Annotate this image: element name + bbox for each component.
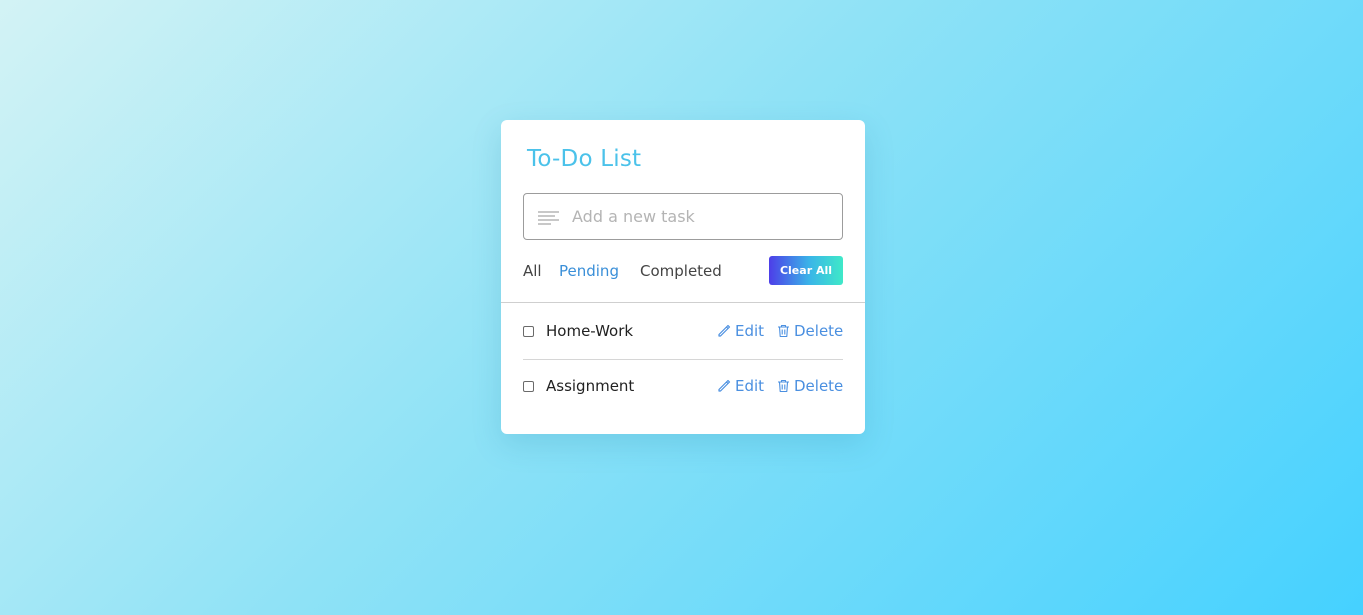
task-checkbox[interactable] bbox=[523, 381, 534, 392]
task-name: Home-Work bbox=[546, 322, 634, 340]
delete-button[interactable]: Delete bbox=[777, 377, 843, 395]
task-input[interactable] bbox=[572, 194, 832, 239]
filter-completed[interactable]: Completed bbox=[640, 262, 722, 280]
pencil-icon bbox=[718, 379, 731, 392]
divider bbox=[501, 302, 865, 303]
app-title: To-Do List bbox=[527, 146, 642, 172]
trash-icon bbox=[778, 379, 789, 393]
lines-icon bbox=[538, 210, 560, 226]
task-checkbox[interactable] bbox=[523, 326, 534, 337]
filter-pending[interactable]: Pending bbox=[559, 262, 619, 280]
task-item: Assignment Edit Delete bbox=[523, 360, 843, 414]
delete-button[interactable]: Delete bbox=[777, 322, 843, 340]
clear-all-button[interactable]: Clear All bbox=[769, 256, 843, 285]
task-input-container[interactable] bbox=[523, 193, 843, 240]
trash-icon bbox=[778, 324, 789, 338]
edit-button[interactable]: Edit bbox=[717, 377, 764, 395]
pencil-icon bbox=[718, 324, 731, 337]
todo-card: To-Do List All Pending Completed Clear A… bbox=[501, 120, 865, 434]
edit-button[interactable]: Edit bbox=[717, 322, 764, 340]
edit-label: Edit bbox=[735, 377, 765, 395]
filter-all[interactable]: All bbox=[523, 262, 542, 280]
edit-label: Edit bbox=[735, 322, 765, 340]
task-name: Assignment bbox=[546, 377, 635, 395]
task-item: Home-Work Edit Delete bbox=[523, 305, 843, 360]
delete-label: Delete bbox=[794, 377, 844, 395]
delete-label: Delete bbox=[794, 322, 844, 340]
